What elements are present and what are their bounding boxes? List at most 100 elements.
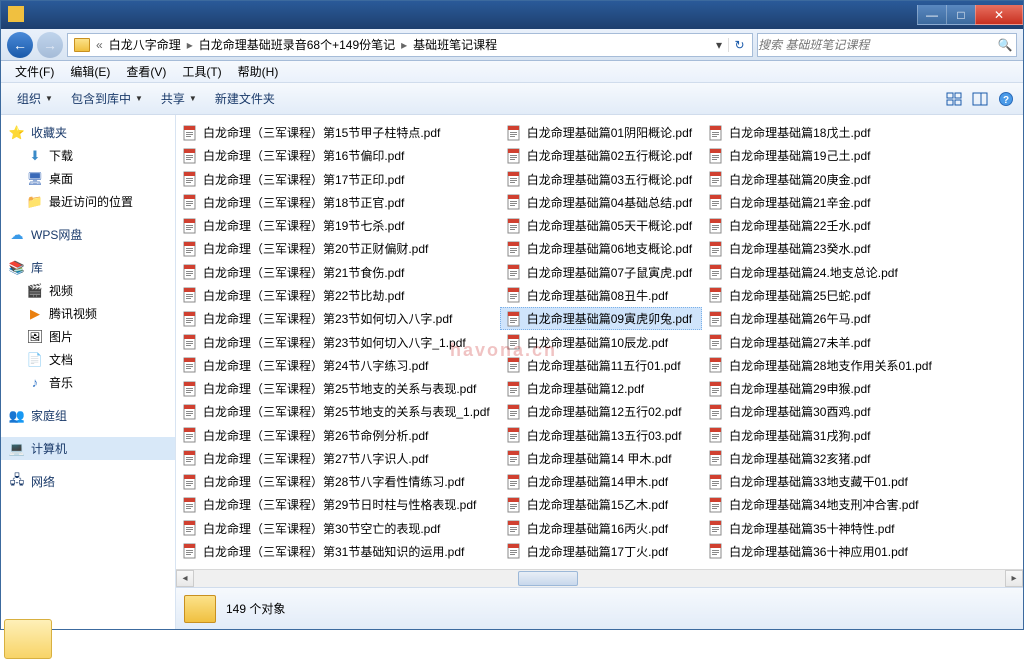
search-input[interactable]	[758, 38, 994, 52]
file-item[interactable]: 白龙命理基础篇35十神特性.pdf	[702, 517, 942, 540]
file-item[interactable]: 白龙命理（三军课程）第15节甲子柱特点.pdf	[176, 121, 500, 144]
address-bar[interactable]: « 白龙八字命理 ▸ 白龙命理基础班录音68个+149份笔记 ▸ 基础班笔记课程…	[67, 33, 753, 57]
file-item[interactable]: 白龙命理基础篇14 甲木.pdf	[500, 447, 702, 470]
help-button[interactable]: ?	[997, 90, 1015, 108]
file-item[interactable]: 白龙命理基础篇25巳蛇.pdf	[702, 284, 942, 307]
new-folder-button[interactable]: 新建文件夹	[207, 87, 283, 110]
file-item[interactable]: 白龙命理基础篇18戊土.pdf	[702, 121, 942, 144]
file-item[interactable]: 白龙命理（三军课程）第18节正官.pdf	[176, 191, 500, 214]
breadcrumb-seg-2[interactable]: 基础班笔记课程	[409, 36, 501, 53]
file-item[interactable]: 白龙命理基础篇22壬水.pdf	[702, 214, 942, 237]
file-item[interactable]: 白龙命理基础篇32亥猪.pdf	[702, 447, 942, 470]
horizontal-scrollbar[interactable]: ◂ ▸	[176, 569, 1023, 587]
menu-help[interactable]: 帮助(H)	[230, 63, 287, 80]
file-item[interactable]: 白龙命理基础篇01阴阳概论.pdf	[500, 121, 702, 144]
scroll-thumb[interactable]	[518, 571, 578, 586]
file-item[interactable]: 白龙命理（三军课程）第27节八字识人.pdf	[176, 447, 500, 470]
search-icon[interactable]: 🔍	[994, 38, 1016, 52]
forward-button[interactable]: →	[37, 32, 63, 58]
file-item[interactable]: 白龙命理（三军课程）第22节比劫.pdf	[176, 284, 500, 307]
file-item[interactable]: 白龙命理基础篇11五行01.pdf	[500, 354, 702, 377]
sidebar-recent[interactable]: 📁最近访问的位置	[1, 190, 175, 213]
breadcrumb-seg-1[interactable]: 白龙命理基础班录音68个+149份笔记	[195, 36, 399, 53]
file-item[interactable]: 白龙命理基础篇05天干概论.pdf	[500, 214, 702, 237]
file-item[interactable]: 白龙命理基础篇34地支刑冲合害.pdf	[702, 493, 942, 516]
back-button[interactable]: ←	[7, 32, 33, 58]
file-item[interactable]: 白龙命理基础篇06地支概论.pdf	[500, 237, 702, 260]
file-item[interactable]: 白龙命理基础篇07子鼠寅虎.pdf	[500, 261, 702, 284]
file-item[interactable]: 白龙命理基础篇21辛金.pdf	[702, 191, 942, 214]
file-item[interactable]: 白龙命理基础篇28地支作用关系01.pdf	[702, 354, 942, 377]
sidebar-music[interactable]: ♪音乐	[1, 371, 175, 394]
share-button[interactable]: 共享▼	[153, 87, 205, 110]
sidebar-video[interactable]: 🎬视频	[1, 279, 175, 302]
file-item[interactable]: 白龙命理基础篇12五行02.pdf	[500, 400, 702, 423]
sidebar-desktop[interactable]: 🖥桌面	[1, 167, 175, 190]
minimize-button[interactable]: —	[917, 5, 947, 25]
file-item[interactable]: 白龙命理（三军课程）第20节正财偏财.pdf	[176, 237, 500, 260]
file-item[interactable]: 白龙命理基础篇10辰龙.pdf	[500, 330, 702, 353]
sidebar-favorites[interactable]: ⭐收藏夹	[1, 121, 175, 144]
file-item[interactable]: 白龙命理基础篇30酉鸡.pdf	[702, 400, 942, 423]
file-item[interactable]: 白龙命理基础篇04基础总结.pdf	[500, 191, 702, 214]
scroll-track[interactable]	[194, 570, 1005, 587]
file-item[interactable]: 白龙命理（三军课程）第25节地支的关系与表现.pdf	[176, 377, 500, 400]
file-item[interactable]: 白龙命理（三军课程）第31节基础知识的运用.pdf	[176, 540, 500, 563]
file-item[interactable]: 白龙命理基础篇31戌狗.pdf	[702, 423, 942, 446]
file-item[interactable]: 白龙命理（三军课程）第23节如何切入八字_1.pdf	[176, 330, 500, 353]
file-item[interactable]: 白龙命理基础篇27未羊.pdf	[702, 330, 942, 353]
sidebar-pictures[interactable]: 🖼图片	[1, 325, 175, 348]
address-dropdown[interactable]: ▾	[710, 38, 728, 52]
menu-view[interactable]: 查看(V)	[118, 63, 174, 80]
refresh-button[interactable]: ↻	[728, 38, 750, 52]
file-item[interactable]: 白龙命理基础篇36十神应用01.pdf	[702, 540, 942, 563]
file-item[interactable]: 白龙命理基础篇23癸水.pdf	[702, 237, 942, 260]
menu-edit[interactable]: 编辑(E)	[62, 63, 118, 80]
file-item[interactable]: 白龙命理（三军课程）第24节八字练习.pdf	[176, 354, 500, 377]
file-item[interactable]: 白龙命理（三军课程）第17节正印.pdf	[176, 168, 500, 191]
file-item[interactable]: 白龙命理基础篇13五行03.pdf	[500, 423, 702, 446]
file-item[interactable]: 白龙命理（三军课程）第30节空亡的表现.pdf	[176, 517, 500, 540]
view-options-button[interactable]	[945, 90, 963, 108]
menu-tools[interactable]: 工具(T)	[174, 63, 229, 80]
file-item[interactable]: 白龙命理基础篇33地支藏干01.pdf	[702, 470, 942, 493]
file-item[interactable]: 白龙命理基础篇17丁火.pdf	[500, 540, 702, 563]
file-item[interactable]: 白龙命理（三军课程）第23节如何切入八字.pdf	[176, 307, 500, 330]
scroll-left-button[interactable]: ◂	[176, 570, 194, 587]
file-item[interactable]: 白龙命理基础篇29申猴.pdf	[702, 377, 942, 400]
file-item[interactable]: 白龙命理基础篇03五行概论.pdf	[500, 168, 702, 191]
file-item[interactable]: 白龙命理基础篇02五行概论.pdf	[500, 144, 702, 167]
file-item[interactable]: 白龙命理基础篇26午马.pdf	[702, 307, 942, 330]
file-item[interactable]: 白龙命理基础篇24.地支总论.pdf	[702, 261, 942, 284]
search-box[interactable]: 🔍	[757, 33, 1017, 57]
file-item[interactable]: 白龙命理（三军课程）第29节日时柱与性格表现.pdf	[176, 493, 500, 516]
sidebar-downloads[interactable]: ⬇下载	[1, 144, 175, 167]
file-item[interactable]: 白龙命理基础篇19己土.pdf	[702, 144, 942, 167]
sidebar-libraries[interactable]: 📚库	[1, 256, 175, 279]
maximize-button[interactable]: □	[946, 5, 976, 25]
file-item[interactable]: 白龙命理（三军课程）第16节偏印.pdf	[176, 144, 500, 167]
preview-pane-button[interactable]	[971, 90, 989, 108]
organize-button[interactable]: 组织▼	[9, 87, 61, 110]
file-item[interactable]: 白龙命理（三军课程）第26节命例分析.pdf	[176, 423, 500, 446]
file-item[interactable]: 白龙命理（三军课程）第25节地支的关系与表现_1.pdf	[176, 400, 500, 423]
scroll-right-button[interactable]: ▸	[1005, 570, 1023, 587]
file-item[interactable]: 白龙命理（三军课程）第19节七杀.pdf	[176, 214, 500, 237]
sidebar-wps[interactable]: ☁WPS网盘	[1, 223, 175, 246]
file-item[interactable]: 白龙命理基础篇12.pdf	[500, 377, 702, 400]
file-item[interactable]: 白龙命理（三军课程）第21节食伤.pdf	[176, 261, 500, 284]
sidebar-homegroup[interactable]: 👥家庭组	[1, 404, 175, 427]
close-button[interactable]: ✕	[975, 5, 1023, 25]
sidebar-documents[interactable]: 📄文档	[1, 348, 175, 371]
file-list[interactable]: 白龙命理（三军课程）第15节甲子柱特点.pdf白龙命理（三军课程）第16节偏印.…	[176, 115, 1023, 569]
file-item[interactable]: 白龙命理基础篇14甲木.pdf	[500, 470, 702, 493]
file-item[interactable]: 白龙命理（三军课程）第28节八字看性情练习.pdf	[176, 470, 500, 493]
sidebar-computer[interactable]: 💻计算机	[1, 437, 175, 460]
file-item[interactable]: 白龙命理基础篇20庚金.pdf	[702, 168, 942, 191]
file-item[interactable]: 白龙命理基础篇08丑牛.pdf	[500, 284, 702, 307]
sidebar-network[interactable]: 🖧网络	[1, 470, 175, 493]
file-item[interactable]: 白龙命理基础篇09寅虎卯兔.pdf	[500, 307, 702, 330]
sidebar-tencent[interactable]: ▶腾讯视频	[1, 302, 175, 325]
menu-file[interactable]: 文件(F)	[7, 63, 62, 80]
breadcrumb-seg-0[interactable]: 白龙八字命理	[105, 36, 185, 53]
